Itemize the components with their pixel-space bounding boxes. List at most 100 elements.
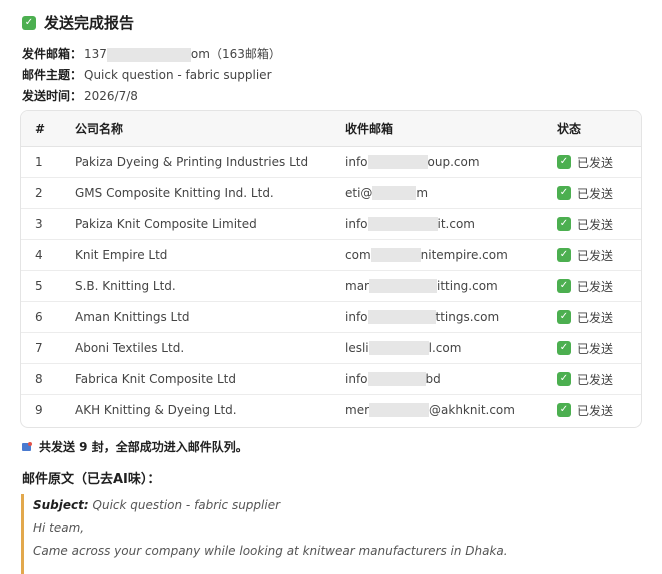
email-suffix: l.com [428,340,462,355]
check-square-icon: ✓ [557,248,571,262]
redacted-block [367,217,438,232]
email-prefix: mer [345,402,370,417]
status-badge: ✓ 已发送 [557,340,641,357]
row-status: ✓ 已发送 [543,363,641,395]
check-square-icon: ✓ [557,372,571,386]
row-status: ✓ 已发送 [543,270,641,302]
row-number: 8 [21,363,61,395]
subject-row: 邮件主题： Quick question - fabric supplier [22,64,281,85]
email-suffix: nitempire.com [420,247,508,262]
email-prefix: lesli [345,340,369,355]
subject-label: 邮件主题： [22,68,83,82]
sender-value: 137 om（163邮箱） [84,45,281,62]
report-meta: 发件邮箱： 137 om（163邮箱） 邮件主题： Quick question … [22,43,281,106]
email-prefix: eti@ [345,185,373,200]
col-header-status: 状态 [543,111,641,147]
redacted-block [367,310,436,325]
email-suffix: oup.com [427,154,480,169]
recipients-table: # 公司名称 收件邮箱 状态 1 Pakiza Dyeing & Printing… [21,111,641,425]
quote-subject-value: Quick question - fabric supplier [92,498,281,512]
col-header-email: 收件邮箱 [331,111,543,147]
row-company: Pakiza Knit Composite Limited [61,208,331,240]
row-status: ✓ 已发送 [543,332,641,364]
row-company: S.B. Knitting Ltd. [61,270,331,302]
row-email: lesli l.com [331,332,543,364]
check-square-icon: ✓ [22,15,36,30]
email-suffix: @akhknit.com [429,402,515,417]
status-badge: ✓ 已发送 [557,371,641,388]
status-badge: ✓ 已发送 [557,402,641,419]
table-row: 3 Pakiza Knit Composite Limited info it.com… [21,208,641,240]
status-badge: ✓ 已发送 [557,309,641,326]
table-row: 4 Knit Empire Ltd com nitempire.com ✓ 已发送 [21,239,641,271]
time-label: 发送时间： [22,89,83,103]
table-row: 9 AKH Knitting & Dyeing Ltd. mer @akhknit.c… [21,395,641,426]
row-email: info it.com [331,208,543,240]
time-row: 发送时间： 2026/7/8 [22,85,281,106]
summary-text: 共发送 9 封，全部成功进入邮件队列。 [39,440,248,454]
redacted-block [106,47,191,62]
check-square-icon: ✓ [557,341,571,355]
row-number: 7 [21,332,61,364]
email-prefix: info [345,309,368,324]
email-prefix: info [345,371,368,386]
recipients-table-card: # 公司名称 收件邮箱 状态 1 Pakiza Dyeing & Printing… [20,110,642,428]
quote-greeting: Hi team, [33,521,85,535]
email-prefix: mar [345,278,369,293]
status-text: 已发送 [577,372,614,387]
report-title: ✓ 发送完成报告 [22,12,134,33]
email-prefix: com [345,247,371,262]
row-company: GMS Composite Knitting Ind. Ltd. [61,177,331,209]
status-badge: ✓ 已发送 [557,185,641,202]
row-email: com nitempire.com [331,239,543,271]
mail-icon [22,441,33,452]
status-text: 已发送 [577,403,614,418]
sender-suffix: om（163邮箱） [190,47,281,61]
original-email-quote: Subject: Quick question - fabric supplie… [21,494,633,574]
row-number: 2 [21,177,61,209]
quote-subject-label: Subject: [33,498,89,512]
row-status: ✓ 已发送 [543,146,641,178]
status-badge: ✓ 已发送 [557,278,641,295]
row-company: Aman Knittings Ltd [61,301,331,333]
email-suffix: itting.com [436,278,498,293]
check-square-icon: ✓ [557,310,571,324]
table-row: 2 GMS Composite Knitting Ind. Ltd. eti@ m ✓ 已… [21,177,641,209]
row-status: ✓ 已发送 [543,301,641,333]
row-email: info ttings.com [331,301,543,333]
status-text: 已发送 [577,279,614,294]
status-badge: ✓ 已发送 [557,154,641,171]
row-number: 5 [21,270,61,302]
sender-prefix: 137 [84,47,107,61]
row-number: 9 [35,403,43,417]
redacted-block [367,155,428,170]
status-text: 已发送 [577,217,614,232]
row-number: 4 [21,239,61,271]
table-row: 6 Aman Knittings Ltd info ttings.com ✓ 已发送 [21,301,641,333]
row-company: Fabrica Knit Composite Ltd [61,363,331,395]
quote-body-line: Came across your company while looking a… [33,544,508,558]
status-text: 已发送 [577,341,614,356]
row-email: eti@ m [331,177,543,209]
row-number: 1 [21,146,61,178]
row-number: 3 [21,208,61,240]
redacted-block [368,279,437,294]
table-row: 7 Aboni Textiles Ltd. lesli l.com ✓ 已发送 [21,332,641,364]
report-title-text: 发送完成报告 [44,14,135,32]
redacted-block [367,372,426,387]
row-status: ✓ 已发送 [543,177,641,209]
row-number: 6 [21,301,61,333]
subject-value: Quick question - fabric supplier [84,67,272,82]
row-email: info bd [331,363,543,395]
check-square-icon: ✓ [557,186,571,200]
row-status: ✓ 已发送 [543,208,641,240]
sender-label: 发件邮箱： [22,47,83,61]
redacted-block [368,341,429,356]
table-row: 8 Fabrica Knit Composite Ltd info bd ✓ 已发送 [21,363,641,395]
table-row: 1 Pakiza Dyeing & Printing Industries Ltd… [21,146,641,178]
redacted-block [372,186,417,201]
status-text: 已发送 [577,248,614,263]
row-company: Pakiza Dyeing & Printing Industries Ltd [61,146,331,178]
check-square-icon: ✓ [557,217,571,231]
status-text: 已发送 [577,186,614,201]
